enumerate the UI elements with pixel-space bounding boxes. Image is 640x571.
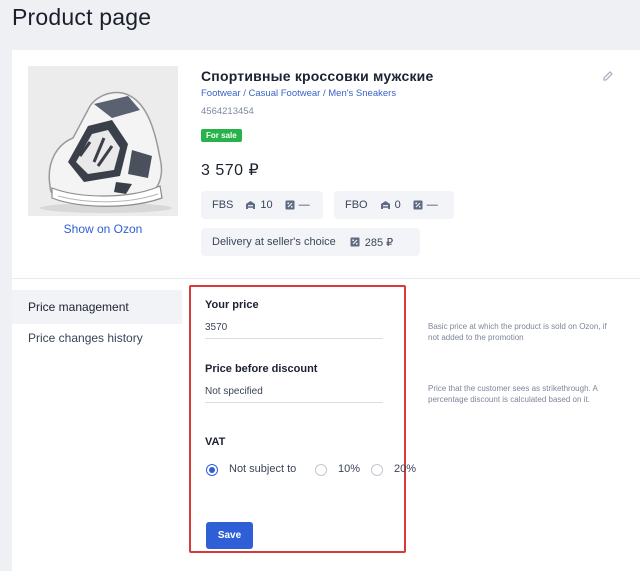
fbs-warehouse-count: 10 [260,199,273,211]
warehouse-icon [380,200,391,210]
product-image [28,66,178,216]
vat-option-label: 20% [394,463,417,475]
fbs-other-count: — [298,199,310,211]
vat-radio-20[interactable] [371,464,383,476]
your-price-input[interactable]: 3570 [205,322,383,339]
fbo-label: FBO [345,199,368,211]
product-card: Show on Ozon Спортивные кроссовки мужски… [12,50,640,571]
vat-radio-10[interactable] [315,464,327,476]
breadcrumb[interactable]: Footwear / Casual Footwear / Men's Sneak… [201,88,396,99]
sidebar-item-label: Price management [28,300,129,314]
delivery-label: Delivery at seller's choice [212,236,336,248]
vat-radio-not-subject[interactable] [206,464,218,476]
product-name: Спортивные кроссовки мужские [201,68,434,84]
save-button[interactable]: Save [206,522,253,549]
delivery-value: 285 ₽ [364,236,394,249]
price-before-discount-label: Price before discount [205,363,318,375]
warehouse-icon [245,200,256,210]
price-before-discount-help: Price that the customer sees as striketh… [428,384,598,404]
fbo-other-count: — [426,199,438,211]
price-before-discount-input[interactable]: Not specified [205,386,383,403]
vat-option-label: 10% [338,463,361,475]
reserve-icon [350,237,360,247]
edit-pencil-icon[interactable] [602,70,614,82]
fbo-warehouse-count: 0 [394,199,401,211]
show-on-ozon-link[interactable]: Show on Ozon [28,222,178,236]
product-price: 3 570 ₽ [201,162,260,179]
sneaker-image [28,66,178,216]
vat-option-label: Not subject to [229,463,297,475]
reserve-icon [285,200,295,210]
status-badge: For sale [201,129,242,142]
product-sku: 4564213454 [201,106,254,117]
delivery-chip: Delivery at seller's choice 285 ₽ [201,228,420,256]
vat-label: VAT [205,436,226,448]
your-price-label: Your price [205,299,259,311]
sidebar-item-price-history[interactable]: Price changes history [12,323,182,353]
sidebar-item-label: Price changes history [28,331,143,345]
fbo-stock-chip: FBO 0 — [334,191,454,219]
sidebar-item-price-management[interactable]: Price management [12,290,182,324]
section-divider [12,278,640,279]
page-title: Product page [12,4,152,30]
your-price-help: Basic price at which the product is sold… [428,322,607,342]
fbs-stock-chip: FBS 10 — [201,191,323,219]
reserve-icon [413,200,423,210]
fbs-label: FBS [212,199,234,211]
